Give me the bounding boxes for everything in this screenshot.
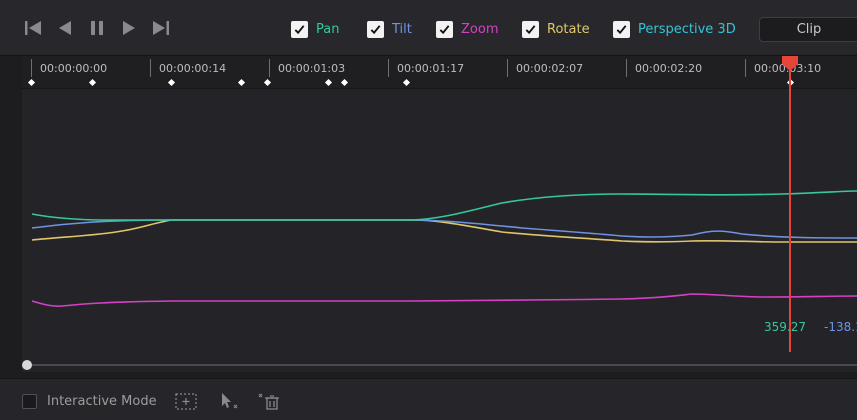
delete-keyframes-icon[interactable] <box>256 391 282 413</box>
keyframe-marker[interactable] <box>27 78 36 87</box>
playhead-line[interactable] <box>789 56 791 352</box>
interactive-mode-label: Interactive Mode <box>47 394 157 409</box>
keyframe-marker[interactable] <box>263 78 272 87</box>
channel-label-tilt: Tilt <box>392 21 412 37</box>
add-keyframe-pointer-icon[interactable] <box>217 391 243 413</box>
keyframe-curve-editor[interactable]: 00:00:00:00 00:00:00:14 00:00:01:03 00:0… <box>22 56 857 372</box>
curve-rotate <box>31 219 857 243</box>
timecode-label: 00:00:02:07 <box>516 62 584 75</box>
left-gutter <box>0 56 22 378</box>
playhead-handle-icon[interactable] <box>782 56 798 72</box>
readout-pan-value: 359.27 <box>764 320 806 334</box>
keyframe-curves[interactable] <box>22 90 857 352</box>
checkbox-checked-icon[interactable] <box>367 20 384 38</box>
go-to-start-icon[interactable] <box>22 16 44 40</box>
keyframe-marker[interactable] <box>340 78 349 87</box>
channel-toggle-zoom[interactable]: Zoom <box>436 19 498 39</box>
keyframe-marker[interactable] <box>324 78 333 87</box>
readout-tilt-value: -138.1 <box>824 320 857 334</box>
channel-label-rotate: Rotate <box>547 21 590 37</box>
keyframe-marker[interactable] <box>167 78 176 87</box>
ruler-tick <box>507 59 508 77</box>
ruler-tick <box>626 59 627 77</box>
curve-zoom <box>31 293 857 307</box>
play-icon[interactable] <box>118 16 140 40</box>
channel-toggle-perspective-3d[interactable]: Perspective 3D <box>613 19 736 39</box>
timecode-label: 00:00:01:17 <box>397 62 465 75</box>
scrollbar-handle[interactable] <box>22 360 32 370</box>
ruler-tick <box>31 59 32 77</box>
channel-label-pan: Pan <box>316 21 340 37</box>
clip-button[interactable]: Clip <box>759 17 857 42</box>
ruler-tick <box>388 59 389 77</box>
pause-icon[interactable] <box>86 16 108 40</box>
checkbox-unchecked-icon[interactable] <box>22 394 37 409</box>
ruler-tick <box>150 59 151 77</box>
timecode-label: 00:00:01:03 <box>278 62 346 75</box>
channel-label-perspective-3d: Perspective 3D <box>638 21 736 37</box>
channel-toggle-tilt[interactable]: Tilt <box>367 19 412 39</box>
interactive-mode-toggle[interactable]: Interactive Mode <box>22 394 157 409</box>
go-to-end-icon[interactable] <box>150 16 172 40</box>
curve-pan <box>31 190 857 221</box>
timecode-label: 00:00:02:20 <box>635 62 703 75</box>
toolbar: Pan Tilt Zoom Rotate Perspective 3D Clip <box>0 0 857 56</box>
keyframe-marker[interactable] <box>88 78 97 87</box>
checkbox-checked-icon[interactable] <box>291 20 308 38</box>
selection-box-icon[interactable] <box>173 391 199 413</box>
channel-toggle-rotate[interactable]: Rotate <box>522 19 590 39</box>
step-back-icon[interactable] <box>54 16 76 40</box>
timecode-label: 00:00:00:14 <box>159 62 227 75</box>
keyframe-marker[interactable] <box>402 78 411 87</box>
checkbox-checked-icon[interactable] <box>436 20 453 38</box>
channel-label-zoom: Zoom <box>461 21 499 37</box>
ruler-tick <box>745 59 746 77</box>
timecode-label: 00:00:00:00 <box>40 62 108 75</box>
keyframe-marker[interactable] <box>237 78 246 87</box>
ruler-tick <box>269 59 270 77</box>
channel-toggle-pan[interactable]: Pan <box>291 19 339 39</box>
checkbox-checked-icon[interactable] <box>613 20 630 38</box>
timecode-ruler[interactable]: 00:00:00:00 00:00:00:14 00:00:01:03 00:0… <box>22 56 857 89</box>
checkbox-checked-icon[interactable] <box>522 20 539 38</box>
bottom-bar: Interactive Mode <box>0 378 857 420</box>
horizontal-scrollbar[interactable] <box>27 364 857 366</box>
